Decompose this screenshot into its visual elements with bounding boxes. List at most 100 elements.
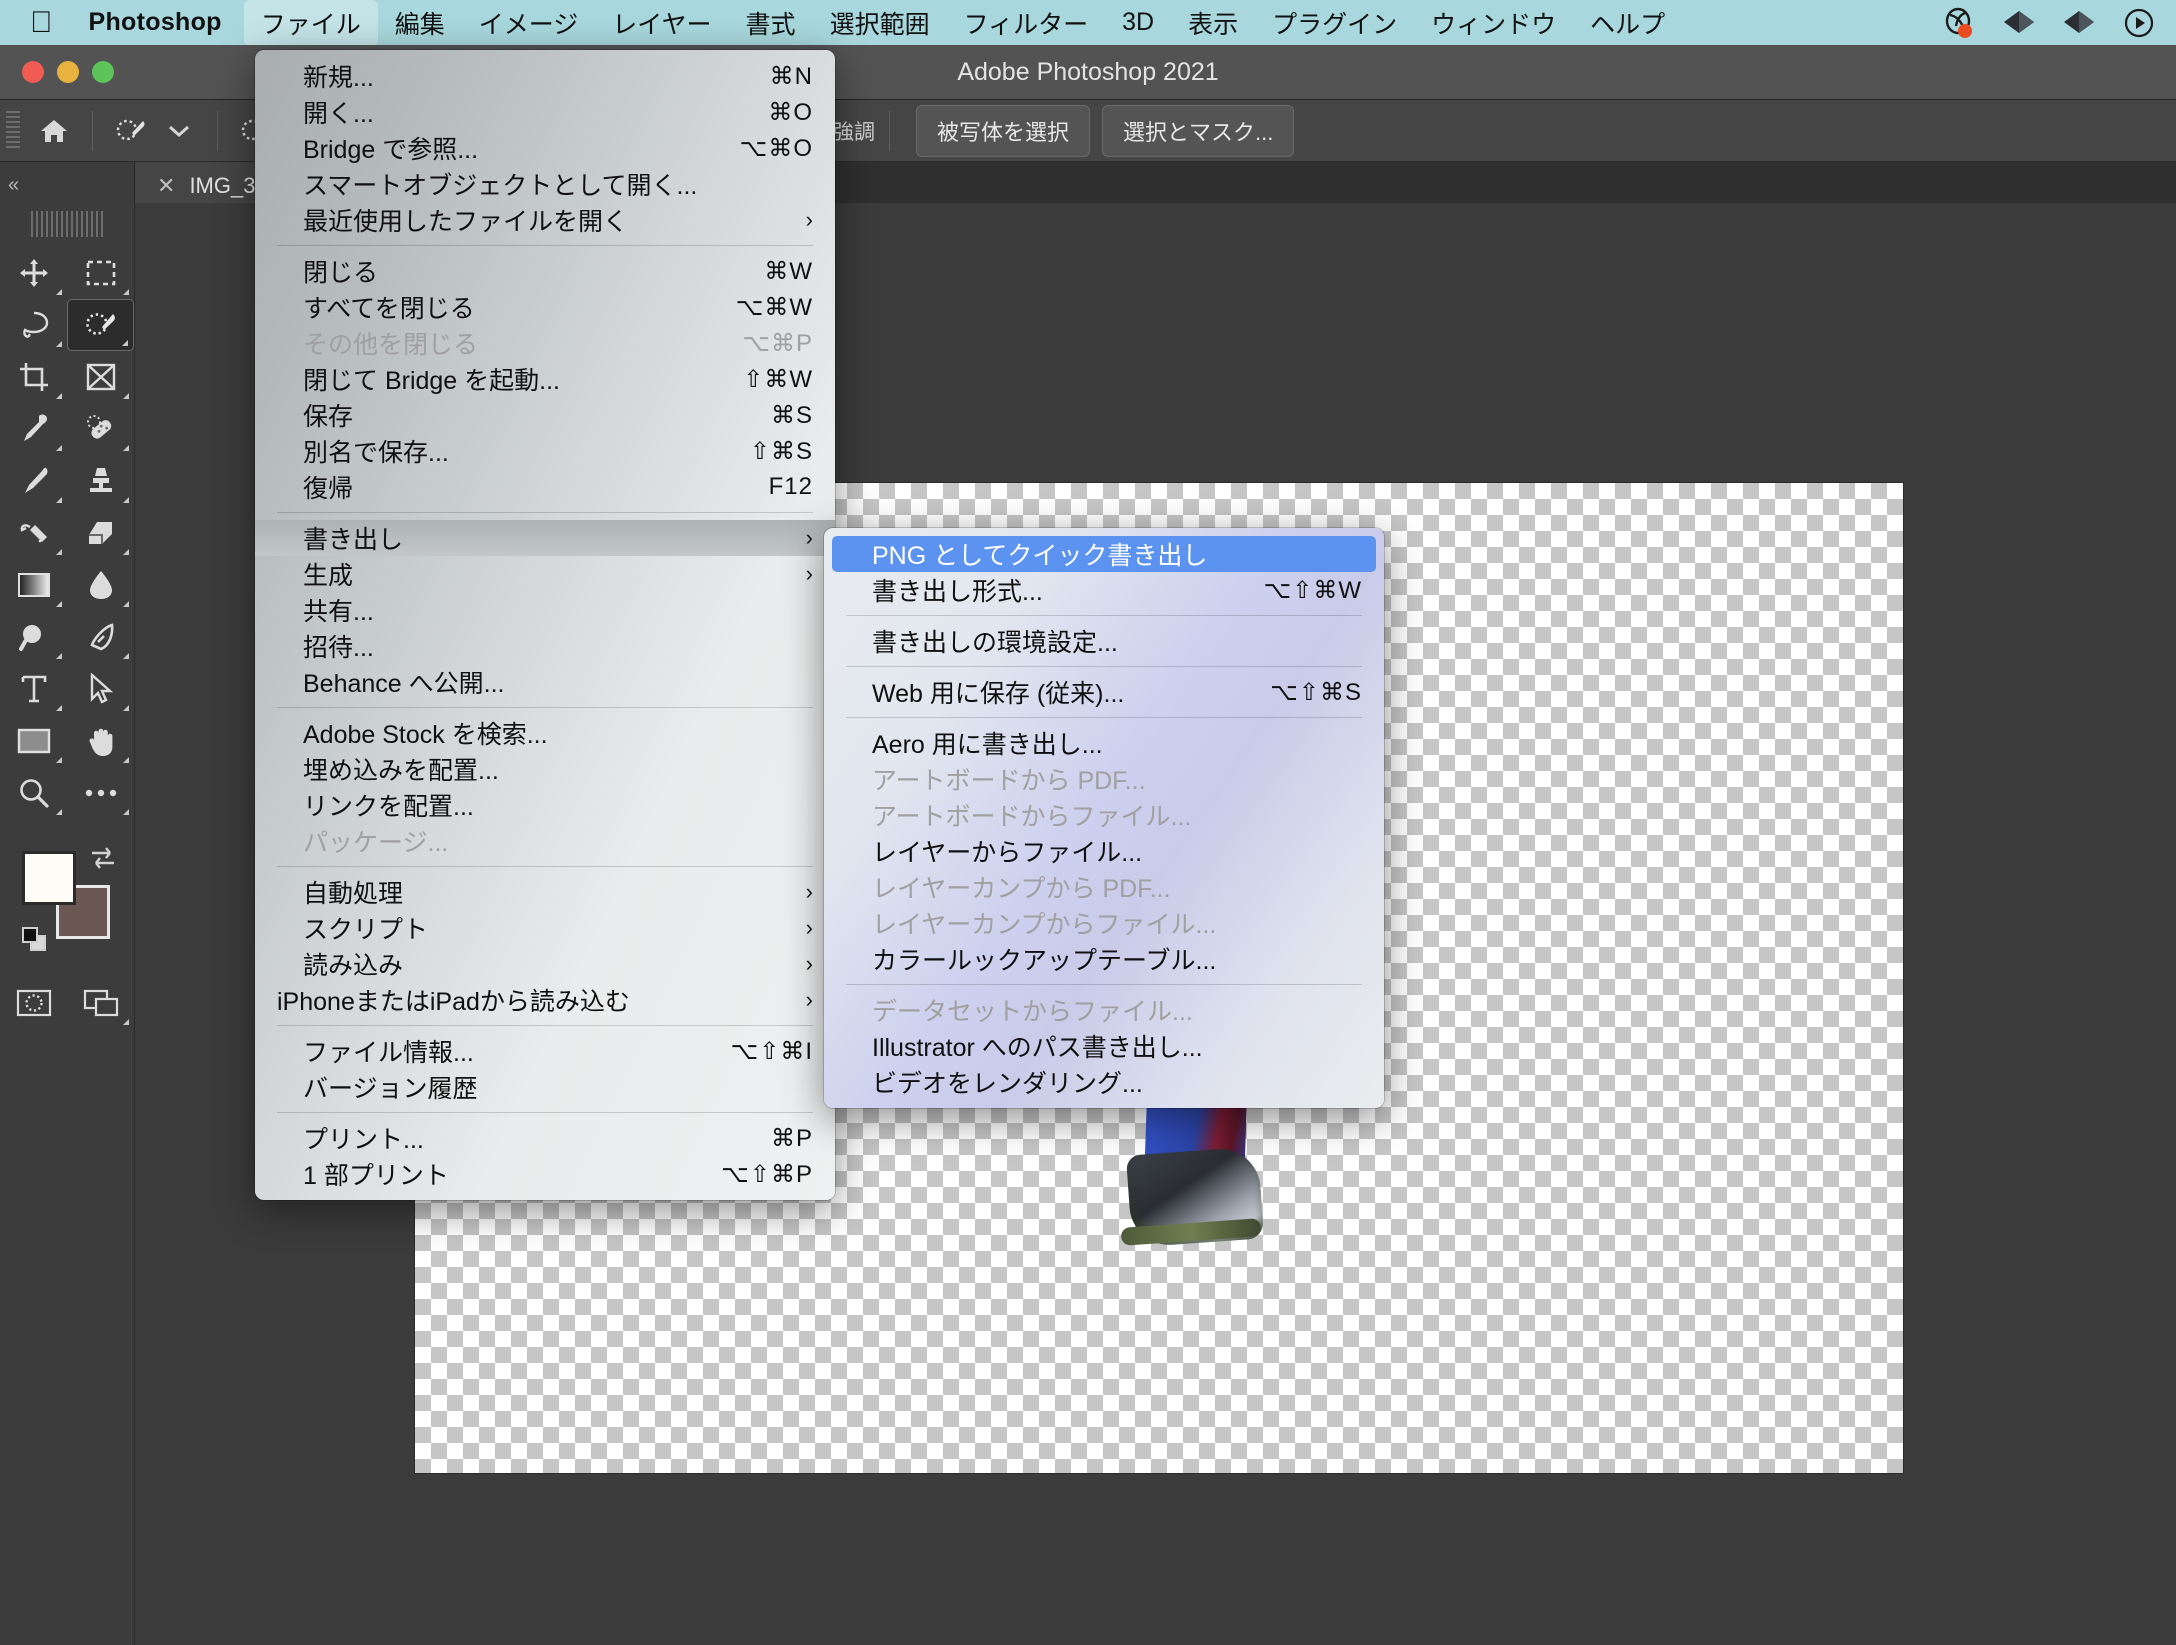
gradient-tool[interactable]	[0, 559, 67, 611]
type-tool[interactable]	[0, 663, 67, 715]
eyedropper-tool[interactable]	[0, 403, 67, 455]
export-menu-item[interactable]: Illustrator へのパス書き出し...	[824, 1028, 1384, 1064]
dropbox-icon[interactable]	[2060, 4, 2098, 42]
path-selection-tool[interactable]	[67, 663, 134, 715]
file-menu-item[interactable]: 埋め込みを配置...	[255, 751, 835, 787]
export-submenu-dropdown[interactable]: PNG としてクイック書き出し 書き出し形式... ⌥⇧⌘W 書き出しの環境設定...…	[824, 528, 1384, 1108]
export-menu-item[interactable]: レイヤーからファイル...	[824, 833, 1384, 869]
menubar-item-image[interactable]: イメージ	[462, 0, 596, 46]
menubar-item-filter[interactable]: フィルター	[947, 0, 1106, 46]
quick-mask-icon[interactable]	[0, 977, 67, 1029]
file-menu-item[interactable]: 保存 ⌘S	[255, 397, 835, 433]
swap-colors-icon[interactable]	[88, 845, 118, 877]
file-menu-item[interactable]: スマートオブジェクトとして開く...	[255, 166, 835, 202]
home-icon[interactable]	[30, 107, 78, 155]
file-menu-item[interactable]: リンクを配置...	[255, 787, 835, 823]
quick-selection-tool[interactable]	[67, 299, 134, 351]
menubar-item-select[interactable]: 選択範囲	[813, 0, 947, 46]
menubar-item-3d[interactable]: 3D	[1105, 3, 1171, 42]
brush-tool[interactable]	[0, 455, 67, 507]
foreground-color-swatch[interactable]	[22, 851, 76, 905]
export-menu-item[interactable]: Aero 用に書き出し...	[824, 725, 1384, 761]
file-menu-item[interactable]: Bridge で参照... ⌥⌘O	[255, 130, 835, 166]
apple-logo-icon[interactable]: 	[30, 7, 53, 38]
maximize-window-button[interactable]	[92, 61, 114, 83]
crop-tool[interactable]	[0, 351, 67, 403]
file-menu-item[interactable]: ファイル情報... ⌥⇧⌘I	[255, 1033, 835, 1069]
file-menu-item[interactable]: スクリプト ›	[255, 910, 835, 946]
close-icon[interactable]: ✕	[157, 173, 175, 199]
file-menu-item[interactable]: 招待...	[255, 628, 835, 664]
collapse-panels-button[interactable]: «	[0, 162, 135, 209]
file-menu-item[interactable]: 生成 ›	[255, 556, 835, 592]
file-menu-item[interactable]: 開く... ⌘O	[255, 94, 835, 130]
file-menu-item[interactable]: 1 部プリント ⌥⇧⌘P	[255, 1156, 835, 1192]
blur-tool[interactable]	[67, 559, 134, 611]
menubar-item-edit[interactable]: 編集	[378, 0, 462, 46]
dropbox-icon[interactable]	[2000, 4, 2038, 42]
file-menu-item[interactable]: 書き出し ›	[255, 520, 835, 556]
dodge-tool[interactable]	[0, 611, 67, 663]
default-colors-icon[interactable]	[22, 927, 48, 953]
file-menu-item[interactable]: 読み込み ›	[255, 946, 835, 982]
pen-tool[interactable]	[67, 611, 134, 663]
hand-tool[interactable]	[67, 715, 134, 767]
screen-mode-icon[interactable]	[67, 977, 134, 1029]
file-menu-item[interactable]: 復帰 F12	[255, 469, 835, 505]
file-menu-item[interactable]: Adobe Stock を検索...	[255, 715, 835, 751]
file-menu-item[interactable]: バージョン履歴	[255, 1069, 835, 1105]
file-menu-item[interactable]: 別名で保存... ⇧⌘S	[255, 433, 835, 469]
minimize-window-button[interactable]	[57, 61, 79, 83]
file-menu-item[interactable]: 新規... ⌘N	[255, 58, 835, 94]
eraser-tool[interactable]	[67, 507, 134, 559]
menubar-item-window[interactable]: ウィンドウ	[1414, 0, 1573, 46]
select-subject-button[interactable]: 被写体を選択	[916, 104, 1091, 157]
file-menu-item[interactable]: プリント... ⌘P	[255, 1120, 835, 1156]
file-menu-item[interactable]: 閉じる ⌘W	[255, 253, 835, 289]
export-menu-item[interactable]: 書き出しの環境設定...	[824, 623, 1384, 659]
file-menu-item[interactable]: すべてを閉じる ⌥⌘W	[255, 289, 835, 325]
chevron-right-icon: ›	[805, 561, 813, 586]
select-and-mask-button[interactable]: 選択とマスク...	[1102, 104, 1295, 157]
control-center-icon[interactable]	[2120, 4, 2158, 42]
menu-item-shortcut: ⌥⌘W	[735, 293, 813, 321]
menu-item-label: Web 用に保存 (従来)...	[872, 680, 1125, 708]
file-menu-item[interactable]: 共有...	[255, 592, 835, 628]
spot-healing-brush-tool[interactable]	[67, 403, 134, 455]
options-bar-grip[interactable]	[6, 110, 20, 151]
file-menu-dropdown[interactable]: 新規... ⌘N 開く... ⌘O Bridge で参照... ⌥⌘O スマートオブジェクト…	[255, 50, 835, 1200]
active-app-name[interactable]: Photoshop	[89, 8, 222, 37]
rectangular-marquee-tool[interactable]	[67, 247, 134, 299]
quick-selection-tool-icon[interactable]	[107, 107, 155, 155]
history-brush-tool[interactable]	[0, 507, 67, 559]
file-menu-item[interactable]: 最近使用したファイルを開く ›	[255, 202, 835, 238]
menubar-item-plugins[interactable]: プラグイン	[1255, 0, 1414, 46]
menubar-item-help[interactable]: ヘルプ	[1573, 0, 1682, 46]
tools-panel-grip[interactable]	[31, 211, 103, 237]
menubar-item-type[interactable]: 書式	[729, 0, 813, 46]
color-swatches	[0, 841, 134, 961]
file-menu-item[interactable]: iPhoneまたはiPadから読み込む ›	[255, 982, 835, 1018]
zoom-tool[interactable]	[0, 767, 67, 819]
move-tool[interactable]	[0, 247, 67, 299]
creative-cloud-status-icon[interactable]	[1940, 4, 1978, 42]
frame-tool[interactable]	[67, 351, 134, 403]
menubar-tray	[1940, 4, 2176, 42]
edit-toolbar-tool[interactable]	[67, 767, 134, 819]
export-menu-item[interactable]: ビデオをレンダリング...	[824, 1064, 1384, 1100]
export-menu-item[interactable]: PNG としてクイック書き出し	[832, 536, 1376, 572]
close-window-button[interactable]	[22, 61, 44, 83]
file-menu-item[interactable]: 自動処理 ›	[255, 874, 835, 910]
file-menu-item[interactable]: 閉じて Bridge を起動... ⇧⌘W	[255, 361, 835, 397]
export-menu-item[interactable]: Web 用に保存 (従来)... ⌥⇧⌘S	[824, 674, 1384, 710]
clone-stamp-tool[interactable]	[67, 455, 134, 507]
menubar-item-view[interactable]: 表示	[1171, 0, 1255, 46]
export-menu-item[interactable]: カラールックアップテーブル...	[824, 941, 1384, 977]
rectangle-tool[interactable]	[0, 715, 67, 767]
file-menu-item[interactable]: Behance へ公開...	[255, 664, 835, 700]
lasso-tool[interactable]	[0, 299, 67, 351]
menubar-item-layer[interactable]: レイヤー	[595, 0, 728, 46]
chevron-down-icon[interactable]	[155, 107, 203, 155]
export-menu-item[interactable]: 書き出し形式... ⌥⇧⌘W	[824, 572, 1384, 608]
menubar-item-file[interactable]: ファイル	[243, 0, 378, 46]
